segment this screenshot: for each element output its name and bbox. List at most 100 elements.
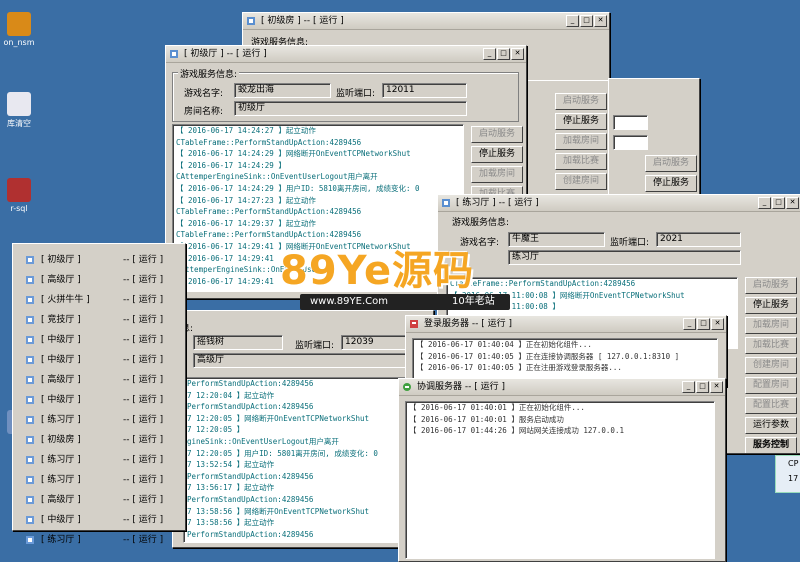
menu-item[interactable]: [ 竞技厅 ] -- [ 运行 ] [13,310,185,330]
menu-item[interactable]: [ 火拼牛牛 ] -- [ 运行 ] [13,290,185,310]
action-button[interactable]: 运行参数 [745,417,797,434]
menu-item[interactable]: [ 高级厅 ] -- [ 运行 ] [13,270,185,290]
action-button[interactable]: 加载比赛 [745,337,797,354]
tray-item[interactable]: CP [776,456,800,468]
room-icon [26,316,34,324]
action-button[interactable]: 启动服务 [555,93,607,110]
close-button[interactable]: ✕ [711,318,724,330]
title-bar[interactable]: 登录服务器 -- [ 运行 ] _ □ ✕ [406,316,726,333]
log-line: 【 2016-06-17 14:24:29 】网络断开OnEventTCPNet… [176,149,411,159]
action-button[interactable]: 停止服务 [555,113,607,130]
app-icon [442,199,450,207]
menu-item[interactable]: [ 初级厅 ] -- [ 运行 ] [13,250,185,270]
menu-item[interactable]: [ 练习厅 ] -- [ 运行 ] [13,450,185,470]
close-button[interactable]: ✕ [594,15,607,27]
log-line: CTableFrame::PerformStandUpAction:428945… [176,207,362,217]
room-list-menu[interactable]: [ 初级厅 ] -- [ 运行 ] [ 高级厅 ] -- [ 运行 ] [ 火拼牛牛 ]… [12,243,186,545]
menu-item[interactable]: [ 高级厅 ] -- [ 运行 ] [13,370,185,390]
game-name-field: 牛魔王 [508,232,605,247]
action-button[interactable]: 启动服务 [745,277,797,294]
minimize-button[interactable]: _ [683,318,696,330]
log-line: 【 2016-06-17 01:40:05 】正在注册游戏登录服务器... [416,363,622,373]
window-right-back[interactable]: 启动服务 停止服务 [608,78,700,200]
menu-item-room: [ 高级厅 ] [41,375,81,385]
log-line: 7 13:52:54 】起立动作 [187,460,275,470]
title-bar[interactable]: [ 初级房 ] -- [ 运行 ] _ □ ✕ [243,13,609,30]
title-bar[interactable]: [ 初级厅 ] -- [ 运行 ] _ □ ✕ [166,46,526,63]
room-name-field: 练习厅 [508,250,741,265]
desktop-icon-label: r-sql [10,204,28,213]
minimize-button[interactable]: _ [682,381,695,393]
window-bottom-mid[interactable]: 息: 摇钱树 监听端口: 12039 高级厅 PerformStandUpAct… [172,310,434,548]
menu-item[interactable]: [ 练习厅 ] -- [ 运行 ] [13,530,185,550]
menu-item[interactable]: [ 初级房 ] -- [ 运行 ] [13,430,185,450]
menu-item-room: [ 中级厅 ] [41,395,81,405]
action-button[interactable]: 服务控制 [745,437,797,453]
menu-item-status: -- [ 运行 ] [123,495,164,505]
minimize-button[interactable]: _ [566,15,579,27]
action-button[interactable]: 创建房间 [555,173,607,190]
menu-item-room: [ 竞技厅 ] [41,315,81,325]
desktop-icon[interactable]: r-sql [0,178,38,213]
menu-item[interactable]: [ 高级厅 ] -- [ 运行 ] [13,490,185,510]
menu-item[interactable]: [ 练习厅 ] -- [ 运行 ] [13,470,185,490]
log-panel[interactable]: PerformStandUpAction:4289456 7 12:20:04 】… [183,377,420,543]
file-icon [7,12,31,36]
menu-item[interactable]: [ 中级厅 ] -- [ 运行 ] [13,390,185,410]
watermark-brand: 89Ye源码 [280,248,475,294]
minimize-button[interactable]: _ [483,48,496,60]
server-icon [403,383,411,391]
room-icon [26,516,34,524]
title-bar[interactable]: 协调服务器 -- [ 运行 ] _ □ ✕ [399,379,725,396]
maximize-button[interactable]: □ [697,318,710,330]
menu-item[interactable]: [ 练习厅 ] -- [ 运行 ] [13,410,185,430]
window-login-server[interactable]: 登录服务器 -- [ 运行 ] _ □ ✕ 【 2016-06-17 01:40:0… [405,315,727,387]
action-button[interactable]: 停止服务 [645,175,697,192]
room-icon [26,476,34,484]
log-line: 7 12:20:04 】起立动作 [187,390,275,400]
minimize-button[interactable]: _ [758,197,771,209]
close-button[interactable]: ✕ [511,48,524,60]
tray-item[interactable]: 17 [776,468,800,483]
desktop-icon[interactable]: on_nsm [0,12,38,47]
log-line: CTableFrame::PerformStandUpAction:428945… [176,137,362,147]
menu-item-room: [ 高级厅 ] [41,275,81,285]
action-button[interactable]: 加载房间 [745,317,797,334]
maximize-button[interactable]: □ [772,197,785,209]
desktop-icon[interactable]: 库清空 [0,92,38,129]
game-name-field: 蛟龙出海 [234,83,331,98]
room-icon [26,396,34,404]
title-bar[interactable]: [ 练习厅 ] -- [ 运行 ] _ □ ✕ [438,195,800,212]
log-line: 【 2016-06-17 01:40:01 】服务启动成功 [409,414,564,424]
action-button[interactable]: 停止服务 [471,146,523,163]
action-button[interactable]: 创建房间 [745,357,797,374]
room-name-field: 高级厅 [193,353,426,368]
text-field [613,115,648,130]
log-line: 【 2016-06-17 14:27:23 】起立动作 [176,195,316,205]
menu-item-status: -- [ 运行 ] [123,515,164,525]
log-line: PerformStandUpAction:4289456 [187,471,314,481]
action-button[interactable]: 配置比赛 [745,397,797,414]
menu-item-status: -- [ 运行 ] [123,275,164,285]
menu-item[interactable]: [ 中级厅 ] -- [ 运行 ] [13,330,185,350]
maximize-button[interactable]: □ [497,48,510,60]
action-button[interactable]: 加载房间 [555,133,607,150]
action-button[interactable]: 启动服务 [471,126,523,143]
menu-item-room: [ 初级房 ] [41,435,81,445]
log-panel[interactable]: 【 2016-06-17 01:40:01 】正在初始化组件... 【 2016-… [405,401,715,559]
action-button[interactable]: 停止服务 [745,297,797,314]
log-line: 【 2016-06-17 01:40:05 】正在连接协调服务器 [ 127.0… [416,351,680,361]
window-coord-server[interactable]: 协调服务器 -- [ 运行 ] _ □ ✕ 【 2016-06-17 01:40:0… [398,378,726,562]
maximize-button[interactable]: □ [696,381,709,393]
maximize-button[interactable]: □ [580,15,593,27]
action-button[interactable]: 加载比赛 [555,153,607,170]
menu-item[interactable]: [ 中级厅 ] -- [ 运行 ] [13,350,185,370]
close-button[interactable]: ✕ [710,381,723,393]
action-button[interactable]: 启动服务 [645,155,697,172]
log-line: 7 13:56:17 】起立动作 [187,483,275,493]
action-button[interactable]: 加载房间 [471,166,523,183]
action-button[interactable]: 配置房间 [745,377,797,394]
log-line: 7 12:20:05 】网络断开OnEventTCPNetworkShut [187,413,369,423]
menu-item[interactable]: [ 中级厅 ] -- [ 运行 ] [13,510,185,530]
close-button[interactable]: ✕ [786,197,799,209]
